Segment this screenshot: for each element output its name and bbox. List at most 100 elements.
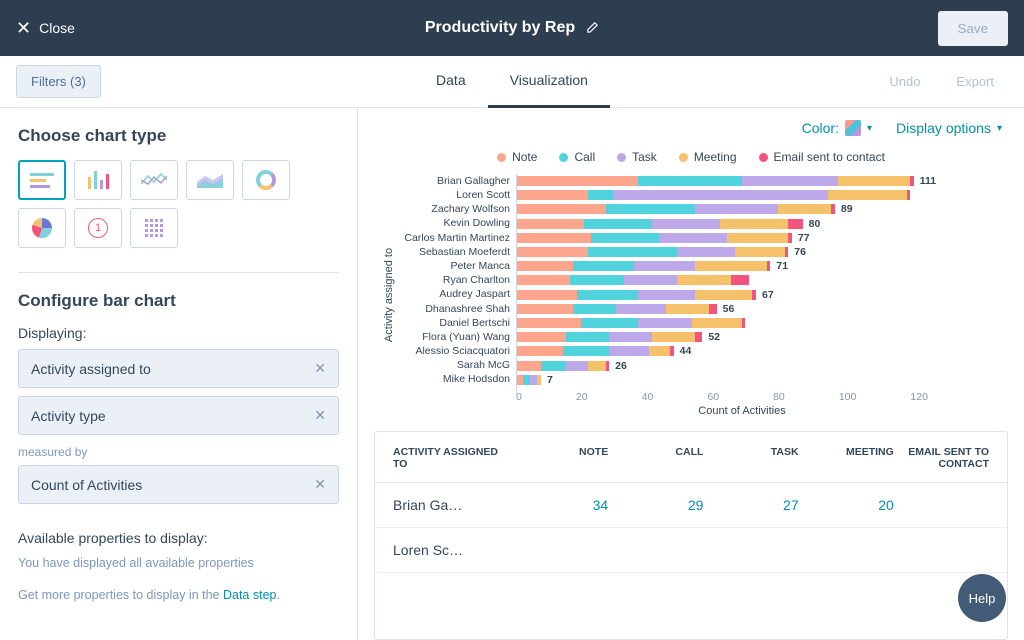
remove-chip-icon[interactable]: ✕ bbox=[314, 360, 326, 377]
bar-row[interactable]: 89 bbox=[516, 202, 968, 216]
bar-segment bbox=[735, 247, 785, 257]
table-col-header[interactable]: EMAIL SENT TO CONTACT bbox=[902, 446, 989, 470]
remove-chip-icon[interactable]: ✕ bbox=[314, 407, 326, 424]
bar-total: 111 bbox=[920, 175, 936, 187]
bar-total: 56 bbox=[723, 303, 735, 315]
remove-chip-icon[interactable]: ✕ bbox=[314, 476, 326, 493]
bar-segment bbox=[677, 275, 731, 285]
bar-segment bbox=[566, 361, 588, 371]
bar-segment bbox=[652, 332, 695, 342]
bar-segment bbox=[577, 290, 638, 300]
help-label: Help bbox=[969, 591, 996, 606]
bar-segment bbox=[516, 304, 573, 314]
chip-activity-type[interactable]: Activity type✕ bbox=[18, 396, 339, 435]
bar-row[interactable]: 76 bbox=[516, 245, 968, 259]
bar-total: 76 bbox=[794, 246, 806, 258]
bar-row[interactable] bbox=[516, 316, 968, 330]
legend-item[interactable]: Task bbox=[617, 150, 657, 164]
chip-activity-assigned[interactable]: Activity assigned to ✕ bbox=[18, 349, 339, 388]
display-options[interactable]: Display options ▾ bbox=[896, 120, 1002, 136]
get-more-text: Get more properties to display in the Da… bbox=[18, 588, 339, 602]
chart-type-line[interactable] bbox=[130, 160, 178, 200]
bar-segment bbox=[573, 304, 616, 314]
bar-segment bbox=[727, 233, 788, 243]
bar-row[interactable]: 52 bbox=[516, 330, 968, 344]
bar-segment bbox=[588, 190, 613, 200]
cell-task: 27 bbox=[711, 497, 798, 513]
chip-label: Activity assigned to bbox=[31, 361, 151, 377]
legend-dot-icon bbox=[679, 153, 688, 162]
bar-segment bbox=[530, 375, 537, 385]
filters-button[interactable]: Filters (3) bbox=[16, 65, 101, 98]
legend-item[interactable]: Meeting bbox=[679, 150, 737, 164]
chart-type-vbar[interactable] bbox=[74, 160, 122, 200]
bar-row[interactable]: 26 bbox=[516, 358, 968, 372]
chart-type-donut[interactable] bbox=[242, 160, 290, 200]
table-col-header[interactable]: ACTIVITY ASSIGNED TO bbox=[393, 446, 513, 470]
bar-segment bbox=[606, 361, 610, 371]
chart-legend: Note Call Task Meeting Email sent to contact bbox=[374, 144, 1008, 174]
bar-row[interactable]: 71 bbox=[516, 259, 968, 273]
bar-segment bbox=[695, 261, 767, 271]
bar-segment bbox=[731, 275, 749, 285]
bar-row[interactable] bbox=[516, 273, 968, 287]
legend-item[interactable]: Note bbox=[497, 150, 537, 164]
bar-segment bbox=[785, 247, 789, 257]
bar-segment bbox=[516, 261, 573, 271]
color-swatch-icon bbox=[845, 120, 861, 136]
bar-segment bbox=[588, 361, 606, 371]
bar-segment bbox=[588, 247, 678, 257]
bar-row[interactable]: 56 bbox=[516, 302, 968, 316]
cell-meeting: 20 bbox=[807, 497, 894, 513]
bar-segment bbox=[584, 219, 652, 229]
legend-item[interactable]: Call bbox=[559, 150, 595, 164]
save-button[interactable]: Save bbox=[938, 11, 1008, 46]
bar-row[interactable] bbox=[516, 188, 968, 202]
bar-segment bbox=[516, 375, 523, 385]
x-tick: 100 bbox=[839, 391, 857, 403]
bar-row[interactable]: 44 bbox=[516, 344, 968, 358]
bar-total: 89 bbox=[841, 203, 853, 215]
chart-type-table[interactable] bbox=[130, 208, 178, 248]
table-row[interactable]: Loren Sc… bbox=[375, 528, 1007, 573]
close-button[interactable]: ✕ Close bbox=[16, 19, 75, 37]
data-step-link[interactable]: Data step bbox=[223, 588, 277, 602]
table-row[interactable]: Brian Ga…34292720 bbox=[375, 483, 1007, 528]
chart-type-hbar[interactable] bbox=[18, 160, 66, 200]
displaying-label: Displaying: bbox=[18, 325, 339, 341]
table-col-header[interactable]: CALL bbox=[616, 446, 703, 470]
bar-row[interactable]: 80 bbox=[516, 217, 968, 231]
export-button[interactable]: Export bbox=[942, 66, 1008, 97]
bar-row[interactable]: 67 bbox=[516, 288, 968, 302]
bar-segment bbox=[742, 318, 746, 328]
edit-title-icon[interactable] bbox=[585, 21, 599, 35]
chip-count-activities[interactable]: Count of Activities ✕ bbox=[18, 465, 339, 504]
table-col-header[interactable]: NOTE bbox=[521, 446, 608, 470]
legend-item[interactable]: Email sent to contact bbox=[759, 150, 885, 164]
bar-row[interactable]: 7 bbox=[516, 373, 968, 387]
subbar: Filters (3) Data Visualization Undo Expo… bbox=[0, 56, 1024, 108]
tab-data[interactable]: Data bbox=[414, 56, 488, 108]
chart-type-area[interactable] bbox=[186, 160, 234, 200]
color-picker[interactable]: Color: ▾ bbox=[802, 120, 872, 136]
bar-row[interactable]: 77 bbox=[516, 231, 968, 245]
bar-segment bbox=[659, 233, 727, 243]
chart-toolbar: Color: ▾ Display options ▾ bbox=[374, 118, 1008, 144]
bar-segment bbox=[541, 361, 566, 371]
category-label: Flora (Yuan) Wang bbox=[398, 330, 510, 344]
table-col-header[interactable]: MEETING bbox=[807, 446, 894, 470]
chart-type-number[interactable]: 1 bbox=[74, 208, 122, 248]
tab-visualization[interactable]: Visualization bbox=[488, 56, 610, 108]
table-col-header[interactable]: TASK bbox=[711, 446, 798, 470]
x-axis-label: Count of Activities bbox=[516, 405, 968, 417]
bar-row[interactable]: 111 bbox=[516, 174, 968, 188]
topbar: ✕ Close Productivity by Rep Save bbox=[0, 0, 1024, 56]
configure-heading: Configure bar chart bbox=[18, 291, 339, 311]
bar-segment bbox=[516, 176, 638, 186]
bar-segment bbox=[591, 233, 659, 243]
undo-button[interactable]: Undo bbox=[875, 66, 934, 97]
bar-segment bbox=[742, 176, 839, 186]
chip-label: Count of Activities bbox=[31, 477, 142, 493]
help-button[interactable]: Help bbox=[958, 574, 1006, 622]
chart-type-pie[interactable] bbox=[18, 208, 66, 248]
